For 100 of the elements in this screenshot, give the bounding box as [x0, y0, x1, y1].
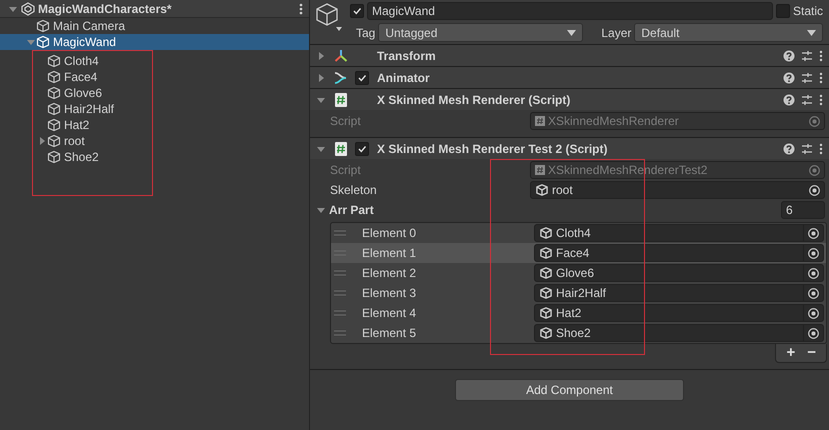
drag-handle-icon[interactable] [334, 310, 346, 316]
object-field[interactable]: Hat2 [534, 304, 824, 322]
object-picker-icon[interactable] [808, 268, 819, 278]
list-element-row[interactable]: Element 0 Cloth4 [331, 223, 826, 243]
object-picker-icon[interactable] [808, 288, 819, 298]
drag-handle-icon[interactable] [334, 330, 346, 336]
help-icon[interactable] [783, 94, 795, 106]
checkmark-icon [352, 6, 362, 16]
collapsed-arrow-icon[interactable] [37, 136, 47, 146]
cube-icon [36, 19, 50, 33]
preset-sliders-icon[interactable] [801, 72, 813, 84]
checkmark-icon [357, 72, 367, 82]
script-icon [535, 165, 545, 175]
dropdown[interactable]: Default [634, 23, 823, 42]
help-icon[interactable] [783, 72, 795, 84]
cube-icon [47, 134, 61, 148]
animator-icon [334, 70, 348, 84]
field-label: Layer [601, 24, 632, 42]
hierarchy-item[interactable]: Cloth4 [33, 53, 152, 69]
object-field[interactable]: Glove6 [534, 264, 824, 282]
checkmark-icon [357, 144, 367, 154]
static-label: Static [792, 3, 823, 20]
more-menu-icon[interactable] [819, 72, 823, 84]
script-icon [334, 142, 348, 156]
help-icon[interactable] [783, 50, 795, 62]
checkbox[interactable] [355, 70, 369, 84]
component-title: X Skinned Mesh Renderer (Script) [377, 92, 572, 108]
cube-icon [539, 226, 553, 240]
object-field[interactable]: Shoe2 [534, 324, 824, 342]
hierarchy-item[interactable]: Main Camera [0, 18, 309, 34]
collapsed-arrow-icon[interactable] [316, 72, 326, 82]
axes-icon [334, 48, 348, 62]
cube-icon [539, 246, 553, 260]
script-icon [535, 116, 545, 126]
preset-sliders-icon[interactable] [801, 94, 813, 106]
more-menu-icon[interactable] [819, 50, 823, 62]
list-label: Arr Part [329, 202, 375, 219]
object-field: XSkinnedMeshRenderer [530, 112, 825, 130]
item-label: Hair2Half [64, 101, 114, 118]
size-field[interactable]: 6 [781, 201, 825, 219]
object-field[interactable]: Hair2Half [534, 284, 824, 302]
field-label: Skeleton [330, 182, 378, 199]
list-element-row[interactable]: Element 1 Face4 [331, 243, 826, 263]
object-field[interactable]: root [530, 181, 825, 199]
checkbox[interactable] [350, 4, 364, 18]
dropdown[interactable]: Untagged [378, 23, 584, 42]
scene-title: MagicWandCharacters* [38, 0, 173, 18]
item-label: Cloth4 [64, 53, 99, 70]
checkbox[interactable] [355, 142, 369, 156]
list-element-row[interactable]: Element 4 Hat2 [331, 303, 826, 323]
list-element-row[interactable]: Element 3 Hair2Half [331, 283, 826, 303]
expanded-arrow-icon[interactable] [316, 205, 326, 215]
script-icon [334, 92, 348, 106]
drag-handle-icon[interactable] [334, 290, 346, 296]
object-picker-icon[interactable] [808, 228, 819, 238]
drag-handle-icon[interactable] [334, 270, 346, 276]
element-label: Element 2 [362, 265, 418, 282]
list-element-row[interactable]: Element 2 Glove6 [331, 263, 826, 283]
cube-icon [539, 306, 553, 320]
item-label: Hat2 [64, 117, 90, 134]
object-field[interactable]: Face4 [534, 244, 824, 262]
more-menu-icon[interactable] [819, 142, 823, 154]
object-picker-icon[interactable] [809, 184, 820, 196]
checkbox[interactable] [776, 4, 790, 18]
object-field[interactable]: Cloth4 [534, 224, 824, 242]
drag-handle-icon[interactable] [334, 230, 346, 236]
hierarchy-item[interactable]: Shoe2 [33, 149, 152, 165]
hierarchy-item[interactable]: Hair2Half [33, 101, 152, 117]
add-button[interactable]: + [780, 346, 802, 360]
element-label: Element 4 [362, 305, 418, 322]
field-label: Script [330, 162, 362, 179]
cube-icon [47, 54, 61, 68]
hierarchy-item[interactable]: MagicWand [0, 34, 309, 50]
add-component-button[interactable]: Add Component [455, 379, 684, 401]
object-picker-icon[interactable] [808, 308, 819, 318]
object-picker-icon[interactable] [808, 248, 819, 258]
gameobject-icon [314, 2, 344, 32]
element-label: Element 0 [362, 225, 418, 242]
list-element-row[interactable]: Element 5 Shoe2 [331, 323, 826, 343]
item-label: Glove6 [64, 85, 102, 102]
hierarchy-item[interactable]: Face4 [33, 69, 152, 85]
field-label: Tag [356, 24, 376, 42]
cube-icon [47, 70, 61, 84]
hierarchy-item[interactable]: Hat2 [33, 117, 152, 133]
hierarchy-item[interactable]: Glove6 [33, 85, 152, 101]
preset-sliders-icon[interactable] [801, 50, 813, 62]
item-label: root [64, 133, 85, 150]
caret-icon [807, 30, 816, 36]
collapsed-arrow-icon[interactable] [316, 50, 326, 60]
more-menu-icon[interactable] [299, 2, 303, 14]
component-title: X Skinned Mesh Renderer Test 2 (Script) [377, 140, 609, 158]
preset-sliders-icon[interactable] [801, 142, 813, 154]
cube-icon [535, 183, 549, 197]
item-label: Shoe2 [64, 149, 99, 166]
name-field[interactable]: MagicWand [367, 2, 773, 20]
object-picker-icon[interactable] [808, 328, 819, 338]
help-icon[interactable] [783, 142, 795, 154]
remove-button[interactable]: − [801, 346, 822, 360]
hierarchy-item[interactable]: root [33, 133, 152, 149]
more-menu-icon[interactable] [819, 94, 823, 106]
